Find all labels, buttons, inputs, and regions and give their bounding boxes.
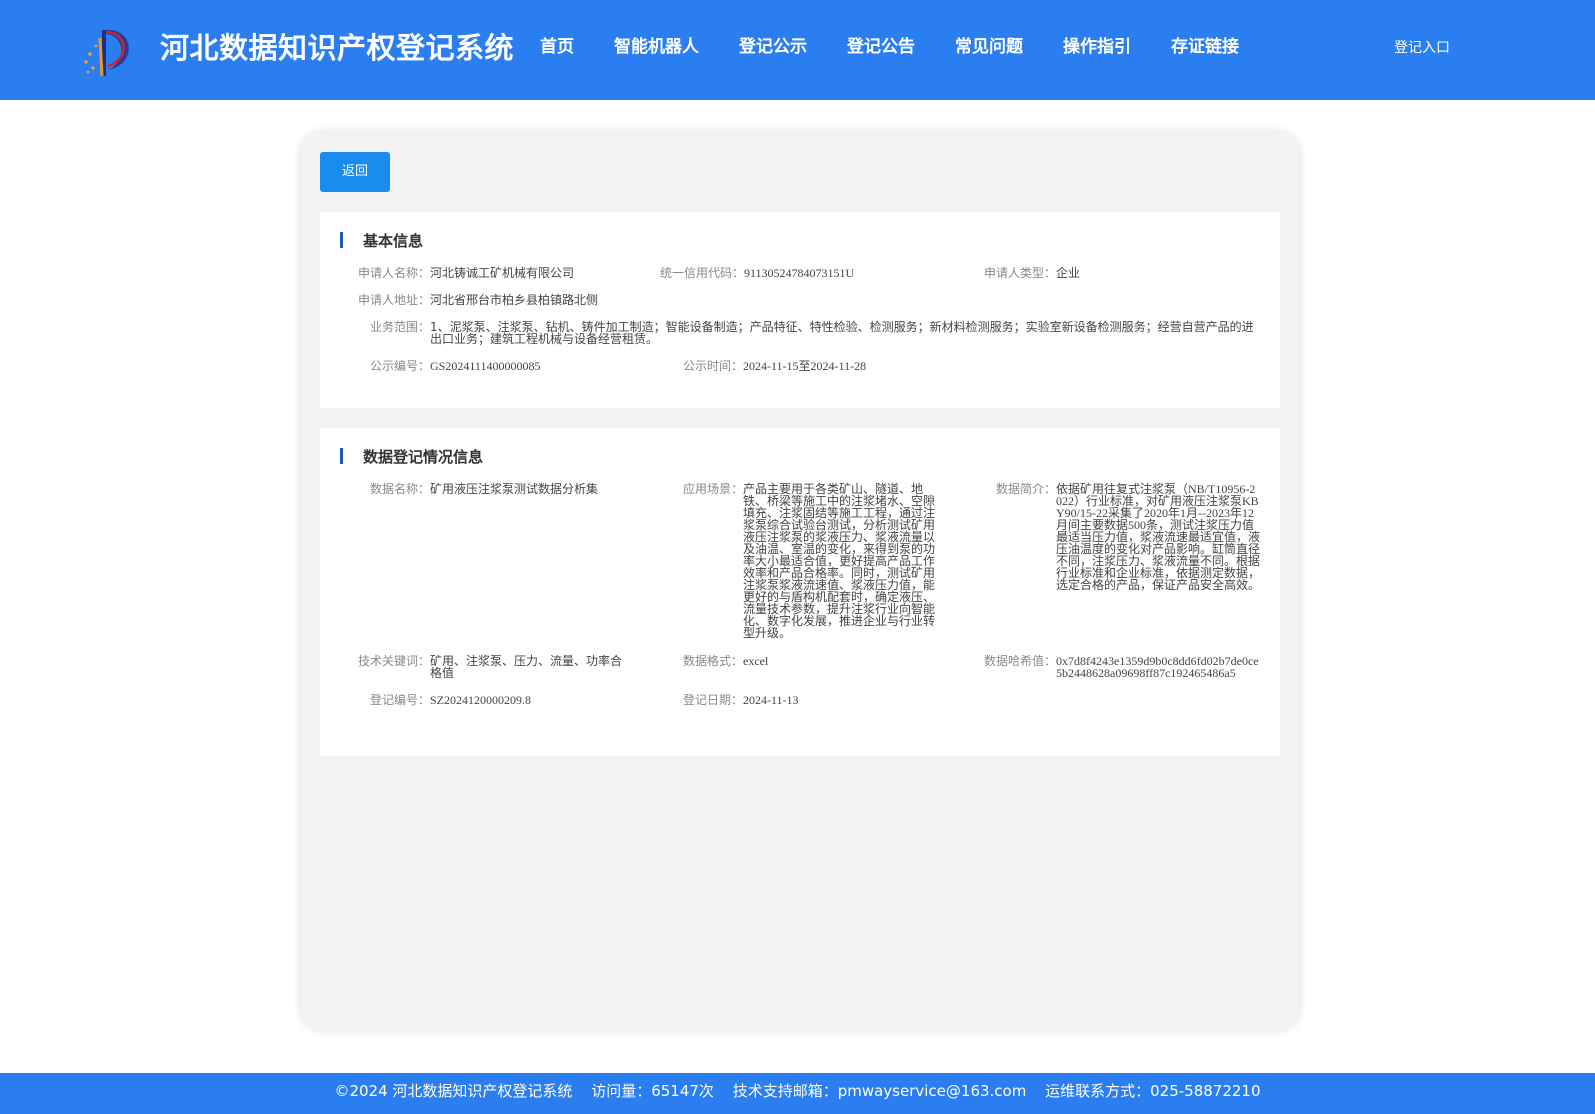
data-registration-card: 数据登记情况信息 数据名称： 矿用液压注浆泵测试数据分析集 应用场景： 产品主要…: [320, 428, 1280, 756]
field-value: excel: [743, 654, 769, 668]
field-credit-code: 统一信用代码： 91130524784073151U: [660, 267, 944, 279]
nav-evidence-link[interactable]: 存证链接: [1151, 32, 1259, 62]
section-title: 基本信息: [363, 231, 424, 250]
field-data-name: 数据名称： 矿用液压注浆泵测试数据分析集: [370, 483, 630, 495]
field-label: 数据名称：: [370, 482, 431, 496]
footer-support-email: 技术支持邮箱：pmwayservice@163.com: [732, 1082, 1027, 1100]
login-link[interactable]: 登记入口: [1394, 38, 1450, 58]
nav-registration-publicity[interactable]: 登记公示: [719, 32, 827, 62]
field-label: 数据哈希值：: [984, 654, 1057, 668]
field-registration-no: 登记编号： SZ2024120000209.8: [370, 694, 630, 706]
site-header: 河北数据知识产权登记系统 首页 智能机器人 登记公示 登记公告 常见问题 操作指…: [0, 0, 1595, 100]
field-value: 1、泥浆泵、注浆泵、钻机、铸件加工制造；智能设备制造；产品特征、特性检验、检测服…: [430, 320, 1254, 346]
field-value: 河北铸诚工矿机械有限公司: [430, 266, 575, 280]
field-value: 依据矿用往复式注浆泵（NB/T10956-2022）行业标准，对矿用液压注浆泵K…: [1056, 482, 1261, 592]
field-value: 矿用液压注浆泵测试数据分析集: [430, 482, 599, 496]
field-label: 登记日期：: [683, 693, 744, 707]
field-data-summary: 数据简介： 依据矿用往复式注浆泵（NB/T10956-2022）行业标准，对矿用…: [996, 483, 1260, 591]
nav-guide[interactable]: 操作指引: [1043, 32, 1151, 62]
field-label: 登记编号：: [370, 693, 431, 707]
footer-copyright: ©2024 河北数据知识产权登记系统: [334, 1082, 573, 1100]
section-title: 数据登记情况信息: [363, 447, 484, 466]
nav-robot[interactable]: 智能机器人: [594, 32, 719, 62]
field-data-format: 数据格式： excel: [683, 655, 923, 667]
field-value: 0x7d8f4243e1359d9b0c8dd6fd02b7de0ce5b244…: [1056, 654, 1259, 680]
footer-visits: 访问量：65147次: [591, 1082, 714, 1100]
field-application-scenario: 应用场景： 产品主要用于各类矿山、隧道、地铁、桥梁等施工中的注浆堵水、空隙填充、…: [683, 483, 938, 639]
field-value: SZ2024120000209.8: [430, 693, 532, 707]
section-accent-bar: [340, 232, 343, 248]
field-label: 申请人地址：: [358, 293, 431, 307]
field-label: 数据格式：: [683, 654, 744, 668]
section-accent-bar: [340, 448, 343, 464]
field-registration-date: 登记日期： 2024-11-13: [683, 694, 923, 706]
field-value: 2024-11-13: [743, 693, 799, 707]
field-data-hash: 数据哈希值： 0x7d8f4243e1359d9b0c8dd6fd02b7de0…: [984, 655, 1260, 679]
field-value: 产品主要用于各类矿山、隧道、地铁、桥梁等施工中的注浆堵水、空隙填充、注浆固结等施…: [743, 482, 936, 640]
field-applicant-type: 申请人类型： 企业: [984, 267, 1196, 279]
field-notice-no: 公示编号： GS2024111400000085: [370, 360, 630, 372]
field-label: 数据简介：: [996, 482, 1057, 496]
field-value: 2024-11-15至2024-11-28: [743, 359, 867, 373]
section-header: 数据登记情况信息: [340, 446, 483, 466]
footer-contact: 运维联系方式：025-58872210: [1045, 1082, 1261, 1100]
nav-home[interactable]: 首页: [520, 32, 594, 62]
field-label: 技术关键词：: [358, 654, 431, 668]
detail-panel: 返回 基本信息 申请人名称： 河北铸诚工矿机械有限公司 统一信用代码： 9113…: [300, 131, 1300, 1031]
section-header: 基本信息: [340, 230, 423, 250]
field-label: 申请人名称：: [358, 266, 431, 280]
nav-registration-announcement[interactable]: 登记公告: [827, 32, 935, 62]
field-applicant-name: 申请人名称： 河北铸诚工矿机械有限公司: [358, 267, 650, 279]
field-label: 统一信用代码：: [660, 266, 745, 280]
field-value: 矿用、注浆泵、压力、流量、功率合格值: [430, 654, 623, 680]
field-label: 公示时间：: [683, 359, 744, 373]
back-button[interactable]: 返回: [320, 152, 390, 192]
field-value: 河北省邢台市柏乡县柏镇路北侧: [430, 293, 599, 307]
ip-logo-icon[interactable]: [82, 24, 136, 78]
site-footer: ©2024 河北数据知识产权登记系统 访问量：65147次 技术支持邮箱：pmw…: [0, 1073, 1595, 1114]
field-tech-keywords: 技术关键词： 矿用、注浆泵、压力、流量、功率合格值: [358, 655, 628, 679]
field-label: 申请人类型：: [984, 266, 1057, 280]
nav-faq[interactable]: 常见问题: [935, 32, 1043, 62]
basic-info-card: 基本信息 申请人名称： 河北铸诚工矿机械有限公司 统一信用代码： 9113052…: [320, 212, 1280, 408]
field-business-scope: 业务范围： 1、泥浆泵、注浆泵、钻机、铸件加工制造；智能设备制造；产品特征、特性…: [370, 321, 1260, 345]
main-nav: 首页 智能机器人 登记公示 登记公告 常见问题 操作指引 存证链接: [520, 32, 1259, 62]
field-label: 应用场景：: [683, 482, 744, 496]
site-title[interactable]: 河北数据知识产权登记系统: [160, 28, 514, 68]
field-value: 企业: [1056, 266, 1081, 280]
field-notice-time: 公示时间： 2024-11-15至2024-11-28: [683, 360, 963, 372]
field-label: 公示编号：: [370, 359, 431, 373]
field-value: GS2024111400000085: [430, 359, 541, 373]
field-label: 业务范围：: [370, 320, 431, 334]
field-value: 91130524784073151U: [744, 266, 855, 280]
field-address: 申请人地址： 河北省邢台市柏乡县柏镇路北侧: [358, 294, 830, 306]
